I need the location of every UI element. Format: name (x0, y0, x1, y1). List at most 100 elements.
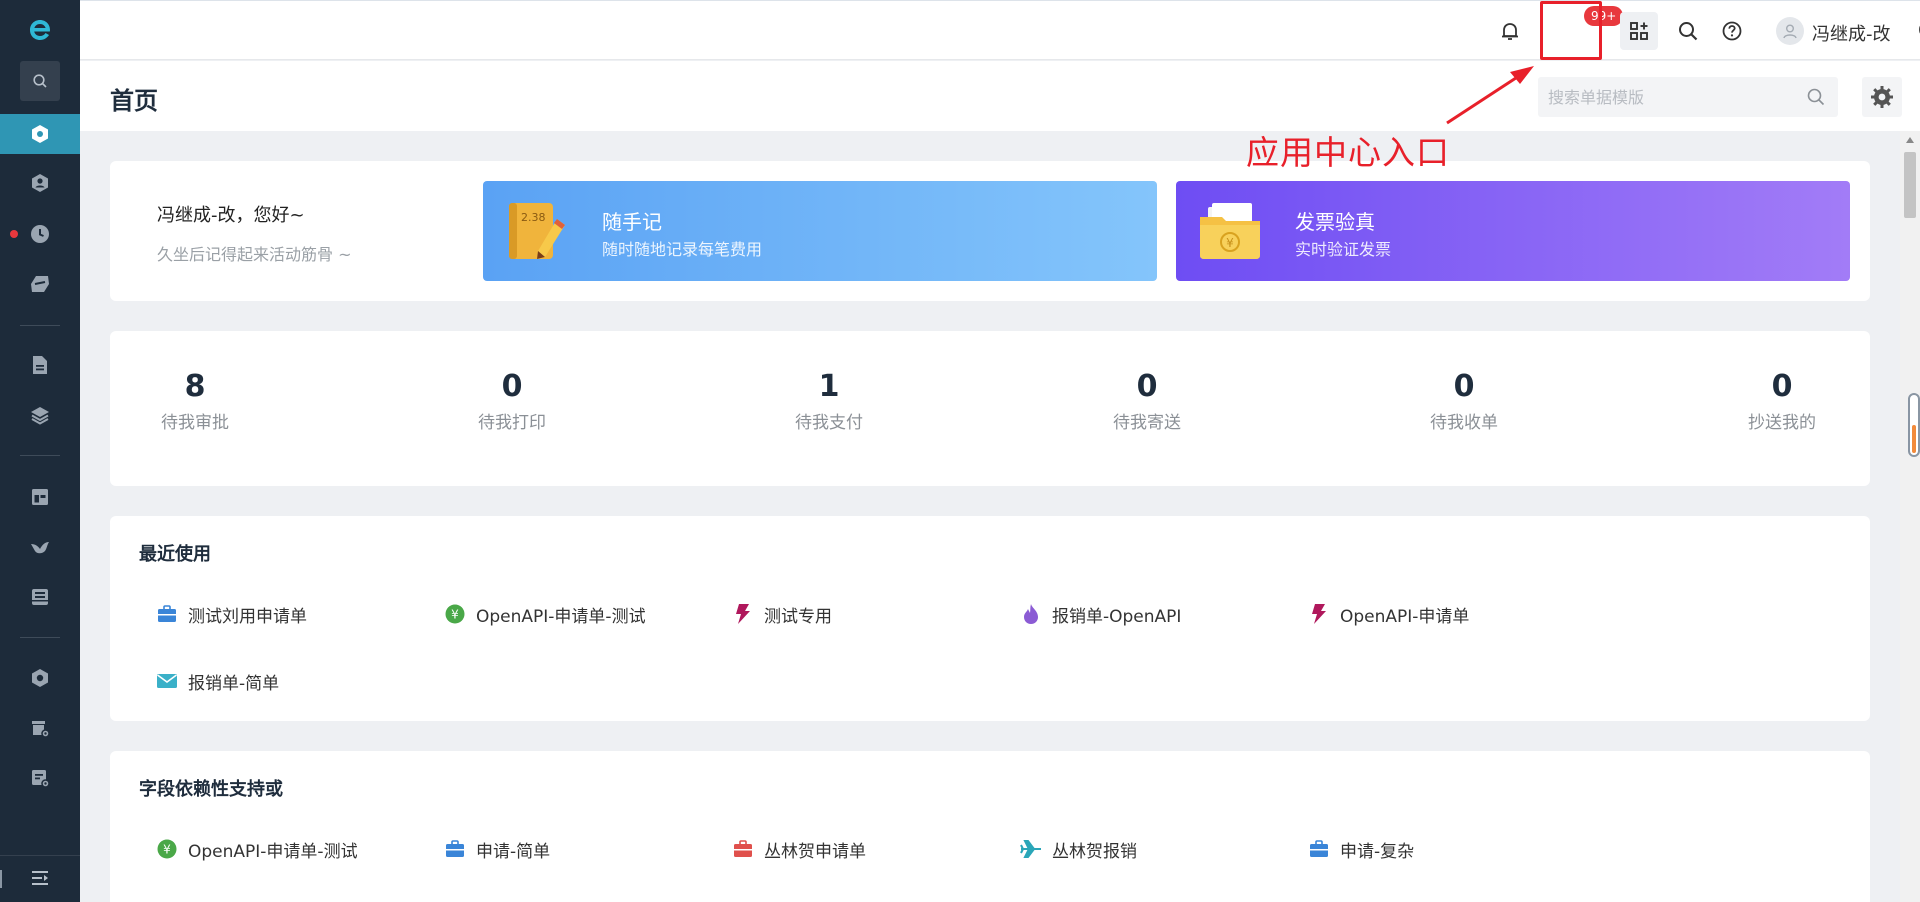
stat-pending-approval[interactable]: 8 待我审批 (135, 369, 255, 433)
form-gear-icon (32, 770, 50, 788)
recent-form-item[interactable]: 报销单-简单 (156, 667, 279, 695)
logo-icon (30, 20, 50, 40)
sidebar (0, 0, 80, 902)
dependency-form-item[interactable]: 丛林贺申请单 (732, 835, 866, 863)
sidebar-divider (20, 637, 60, 638)
todo-stats-card: 8 待我审批 0 待我打印 1 待我支付 0 待我寄送 0 待我收单 0 抄送我… (110, 331, 1870, 486)
scroll-up-arrow-icon[interactable] (1905, 136, 1915, 144)
section-title: 最近使用 (139, 544, 211, 565)
sidebar-item-reports[interactable] (0, 264, 80, 304)
quick-note-banner[interactable]: 2.38 随手记 随时随地记录每笔费用 (483, 181, 1157, 281)
stat-value: 0 (1771, 369, 1793, 404)
yen-circle-icon: ¥ (156, 838, 178, 860)
sidebar-item-archive[interactable] (0, 577, 80, 617)
app-center-button[interactable] (1620, 12, 1658, 50)
stat-pending-payment[interactable]: 1 待我支付 (769, 369, 889, 433)
recent-form-item[interactable]: OpenAPI-申请单 (1308, 600, 1469, 628)
svg-text:¥: ¥ (163, 843, 171, 857)
clock-icon (31, 225, 49, 243)
sidebar-item-dashboard[interactable] (0, 477, 80, 517)
lightning-icon (1308, 603, 1330, 625)
recent-form-item[interactable]: 测试刘用申请单 (156, 600, 307, 628)
sidebar-item-documents[interactable] (0, 345, 80, 385)
app-logo[interactable] (0, 10, 80, 50)
form-item-label: 测试刘用申请单 (188, 606, 307, 627)
stat-label: 待我寄送 (1113, 413, 1181, 433)
dependency-form-item[interactable]: ¥ OpenAPI-申请单-测试 (156, 835, 358, 863)
greeting-text: 冯继成-改，您好~ (157, 205, 305, 226)
search-icon (33, 74, 47, 88)
user-badge-icon (32, 174, 48, 192)
stat-value: 0 (501, 369, 523, 404)
recent-form-item[interactable]: 测试专用 (732, 600, 832, 628)
table-layout-icon (32, 489, 48, 505)
help-icon (1722, 21, 1742, 41)
scrollbar-thumb[interactable] (1904, 152, 1916, 218)
stat-cc-me[interactable]: 0 抄送我的 (1722, 369, 1842, 433)
notebook-pencil-icon: 2.38 (509, 203, 565, 259)
avatar[interactable] (1776, 17, 1804, 45)
bird-icon (31, 542, 49, 554)
sidebar-item-profile[interactable] (0, 163, 80, 203)
stat-pending-print[interactable]: 0 待我打印 (452, 369, 572, 433)
side-handle-indicator (1912, 425, 1916, 453)
help-button[interactable] (1718, 17, 1746, 45)
briefcase-icon (732, 838, 754, 860)
sidebar-item-form-settings[interactable] (0, 758, 80, 798)
yen-circle-icon: ¥ (444, 603, 466, 625)
annotation-highlight-box (1540, 1, 1602, 60)
stat-value: 0 (1453, 369, 1475, 404)
banner-subtitle: 实时验证发票 (1295, 240, 1392, 259)
sidebar-item-history[interactable] (0, 214, 80, 254)
search-icon[interactable] (1806, 87, 1826, 107)
flame-icon (1020, 603, 1042, 625)
home-settings-button[interactable] (1862, 77, 1902, 117)
notebook-text: 2.38 (521, 211, 546, 224)
layers-icon (31, 407, 49, 425)
dependency-form-item[interactable]: 申请-简单 (444, 835, 550, 863)
sidebar-item-layers[interactable] (0, 395, 80, 435)
search-icon (1679, 22, 1698, 41)
folder-yen-text: ¥ (1226, 236, 1234, 250)
stat-value: 8 (184, 369, 206, 404)
form-item-label: 丛林贺报销 (1052, 841, 1137, 862)
form-item-label: OpenAPI-申请单-测试 (476, 606, 646, 627)
briefcase-icon (444, 838, 466, 860)
banner-title: 发票验真 (1295, 210, 1375, 234)
sidebar-item-settings[interactable] (0, 658, 80, 698)
invoice-verify-banner[interactable]: ¥ 发票验真 实时验证发票 (1176, 181, 1850, 281)
stat-value: 1 (818, 369, 840, 404)
inbox-icon (32, 589, 48, 605)
recent-form-item[interactable]: 报销单-OpenAPI (1020, 600, 1181, 628)
stat-pending-receive[interactable]: 0 待我收单 (1404, 369, 1524, 433)
form-item-label: 丛林贺申请单 (764, 841, 866, 862)
stat-label: 待我收单 (1430, 413, 1498, 433)
dependency-form-item[interactable]: 申请-复杂 (1308, 835, 1414, 863)
form-item-label: OpenAPI-申请单-测试 (188, 841, 358, 862)
sidebar-item-store-settings[interactable] (0, 708, 80, 748)
scrollbar-track[interactable] (1900, 131, 1920, 902)
briefcase-icon (1308, 838, 1330, 860)
form-item-label: 报销单-OpenAPI (1052, 606, 1182, 627)
page-title: 首页 (110, 87, 158, 115)
document-icon (33, 356, 47, 374)
hexagon-settings-icon (32, 669, 48, 687)
recent-form-item[interactable]: ¥ OpenAPI-申请单-测试 (444, 600, 646, 628)
sidebar-collapse-button[interactable] (0, 858, 80, 898)
top-bar: 99+ 冯继成-改 CN (80, 0, 1920, 60)
app-grid-icon (1630, 22, 1648, 40)
annotation-label: 应用中心入口 (1246, 133, 1450, 172)
sidebar-item-home[interactable] (0, 114, 80, 154)
page-header: 首页 (80, 61, 1920, 131)
user-name[interactable]: 冯继成-改 (1812, 20, 1891, 46)
sidebar-search-button[interactable] (20, 61, 60, 101)
global-search-button[interactable] (1674, 17, 1702, 45)
sidebar-item-travel[interactable] (0, 527, 80, 567)
form-item-label: 申请-复杂 (1340, 841, 1415, 862)
stat-label: 待我打印 (478, 413, 546, 433)
form-item-label: 申请-简单 (476, 841, 551, 862)
template-search-input[interactable] (1538, 77, 1798, 117)
dependency-form-item[interactable]: 丛林贺报销 (1020, 835, 1137, 863)
stat-pending-send[interactable]: 0 待我寄送 (1087, 369, 1207, 433)
notification-button[interactable] (1496, 17, 1524, 45)
